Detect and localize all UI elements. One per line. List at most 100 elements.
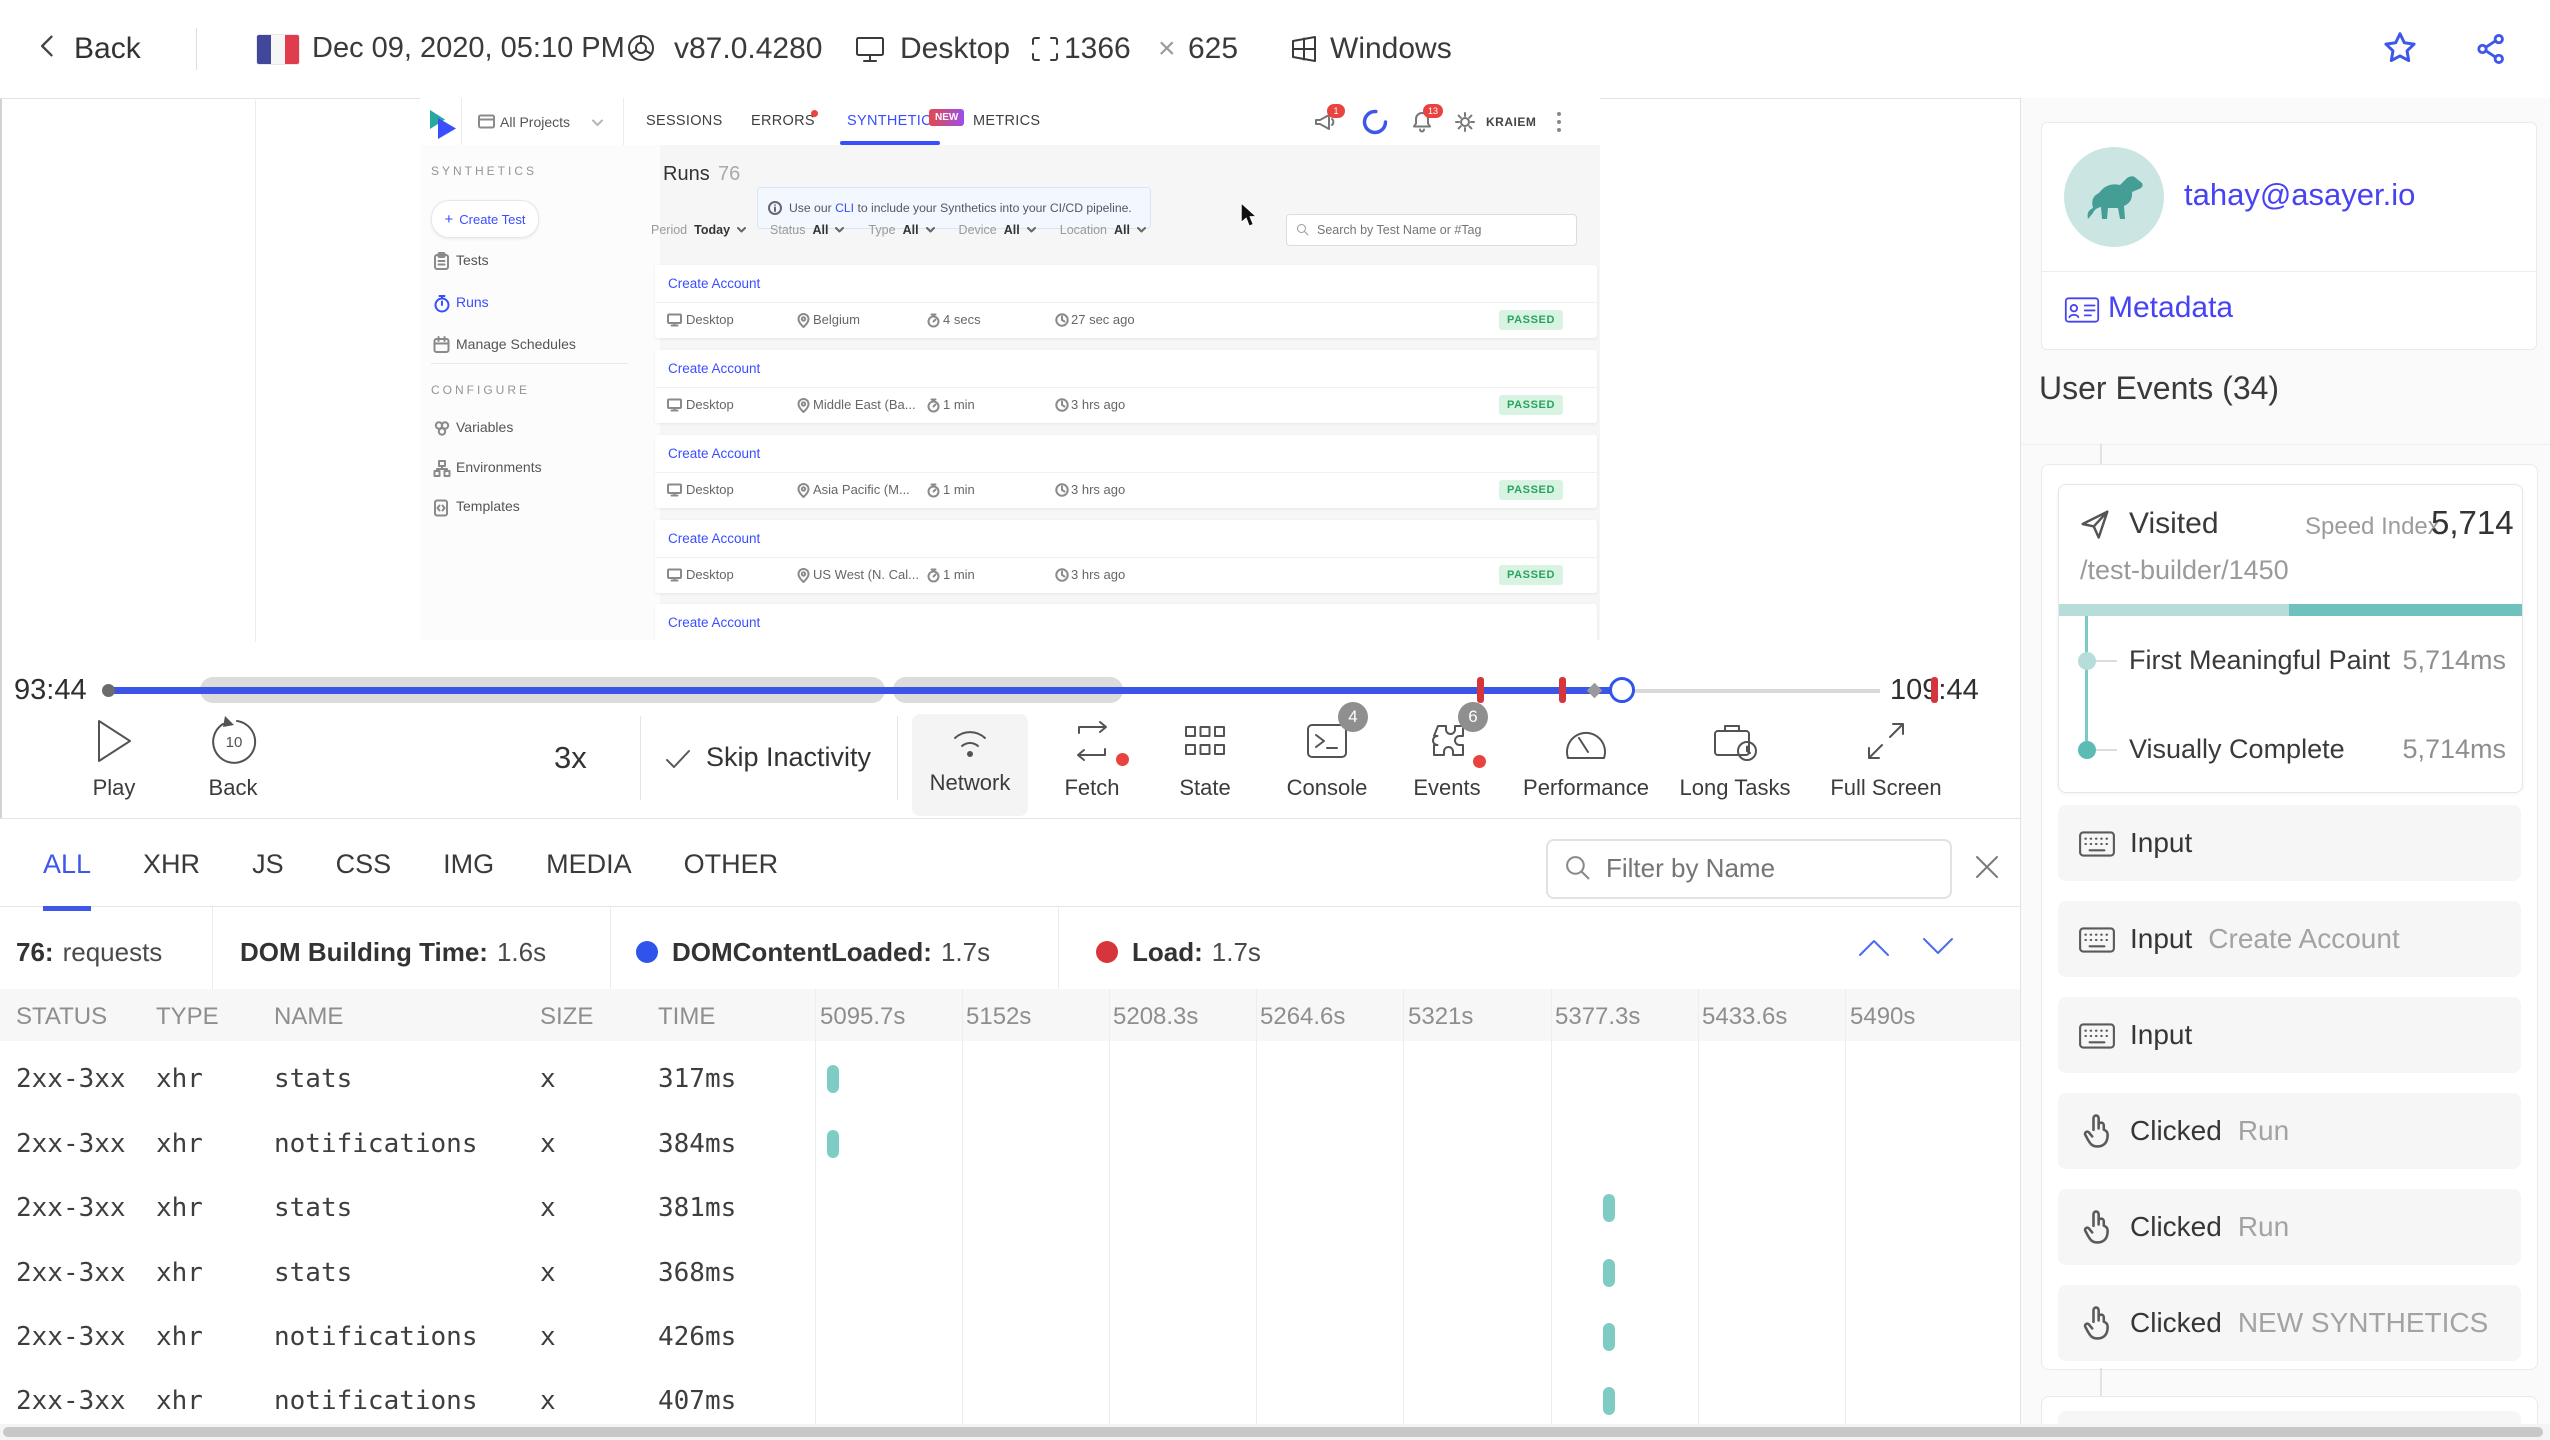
run-card[interactable]: Create Account Desktop Middle East (Ba..… <box>655 350 1597 423</box>
gridline <box>815 989 816 1425</box>
bell-icon[interactable]: 13 <box>1411 104 1443 134</box>
run-search-box[interactable] <box>1286 214 1577 246</box>
announcements-icon[interactable]: 1 <box>1313 104 1345 134</box>
run-card[interactable]: Create Account Desktop Asia Pacific (M..… <box>655 435 1597 508</box>
app-tab-synthetics[interactable]: SYNTHETICS <box>847 113 942 129</box>
divider <box>897 716 898 800</box>
full-screen-button[interactable]: Full Screen <box>1826 712 1946 801</box>
events-alert-dot <box>1473 755 1486 768</box>
filter-period[interactable]: Period Today <box>651 223 747 237</box>
tab-js[interactable]: JS <box>252 819 284 906</box>
network-button[interactable]: Network <box>912 714 1028 816</box>
filter-device[interactable]: Device All <box>959 223 1036 237</box>
user-menu[interactable]: KRAIEM <box>1486 115 1536 129</box>
sidebar-item-variables[interactable]: Variables <box>456 419 513 435</box>
fetch-button[interactable]: Fetch <box>1037 712 1147 801</box>
event-card-clicked[interactable]: Clicked Run <box>2058 1093 2521 1169</box>
tab-media[interactable]: MEDIA <box>546 819 632 906</box>
cell-time: 426ms <box>658 1322 737 1352</box>
filter-box[interactable] <box>1546 839 1952 899</box>
metadata-button[interactable]: Metadata <box>2108 291 2233 325</box>
skip-inactivity-check-icon[interactable] <box>664 747 692 771</box>
run-card[interactable]: Create Account <box>655 604 1597 640</box>
horizontal-scrollbar-thumb[interactable] <box>3 1427 2543 1437</box>
run-name-link[interactable]: Create Account <box>655 520 1597 558</box>
error-marker[interactable] <box>1477 677 1484 703</box>
sidebar-item-tests[interactable]: Tests <box>456 252 489 268</box>
event-card-clicked[interactable]: Clicked NEW SYNTHETICS <box>2058 1285 2521 1361</box>
chrome-browser-icon <box>626 33 656 63</box>
app-tab-sessions[interactable]: SESSIONS <box>646 113 723 129</box>
horizontal-scrollbar-track[interactable] <box>0 1424 2550 1440</box>
environments-icon <box>433 460 451 477</box>
speed-toggle[interactable]: 3x <box>554 740 587 776</box>
cell-name: notifications <box>274 1129 478 1159</box>
event-card-input[interactable]: Input Create Account <box>2058 901 2521 977</box>
sidebar-item-manage-schedules[interactable]: Manage Schedules <box>456 336 576 352</box>
sidebar-item-templates[interactable]: Templates <box>456 498 520 514</box>
event-marker[interactable] <box>1586 682 1603 699</box>
run-card[interactable]: Create Account Desktop US West (N. Cal..… <box>655 520 1597 593</box>
cell-name: notifications <box>274 1386 478 1416</box>
time-col-3: 5264.6s <box>1260 1003 1346 1030</box>
console-button[interactable]: 4 Console <box>1272 702 1382 801</box>
back-label[interactable]: Back <box>74 32 141 66</box>
back-button[interactable] <box>34 32 62 60</box>
timeline-start-time: 93:44 <box>14 674 87 706</box>
error-marker-end[interactable] <box>1931 677 1938 703</box>
tab-css[interactable]: CSS <box>336 819 392 906</box>
long-tasks-button[interactable]: Long Tasks <box>1673 712 1797 801</box>
run-name-link[interactable]: Create Account <box>655 265 1597 303</box>
requests-stat: 76: requests <box>16 937 162 968</box>
favorite-star-icon[interactable] <box>2382 30 2418 66</box>
event-card-clicked[interactable]: Clicked Run <box>2058 1189 2521 1265</box>
console-count-badge: 4 <box>1338 702 1368 732</box>
state-button[interactable]: State <box>1150 712 1260 801</box>
play-button[interactable]: Play <box>59 712 169 801</box>
run-status-badge: PASSED <box>1498 395 1563 415</box>
kebab-menu-icon[interactable] <box>1556 111 1562 133</box>
playhead[interactable] <box>1609 677 1635 703</box>
sidebar-item-environments[interactable]: Environments <box>456 459 542 475</box>
error-marker[interactable] <box>1559 677 1566 703</box>
banner-cli-link[interactable]: CLI <box>835 201 854 215</box>
tab-all[interactable]: ALL <box>43 819 92 911</box>
project-selector[interactable]: All Projects <box>500 114 570 130</box>
cell-name: stats <box>274 1258 353 1288</box>
gear-icon[interactable] <box>1454 111 1476 133</box>
errors-badge-dot <box>811 110 818 117</box>
app-tab-metrics[interactable]: METRICS <box>973 113 1040 129</box>
run-name-link[interactable]: Create Account <box>655 435 1597 473</box>
run-name-link[interactable]: Create Account <box>655 604 1597 640</box>
sidebar-item-runs[interactable]: Runs <box>456 294 489 310</box>
events-label: Events <box>1413 775 1481 800</box>
share-icon[interactable] <box>2474 32 2508 66</box>
tab-xhr[interactable]: XHR <box>143 819 200 906</box>
tab-img[interactable]: IMG <box>443 819 494 906</box>
tab-other[interactable]: OTHER <box>684 819 779 906</box>
time-col-5: 5377.3s <box>1555 1003 1641 1030</box>
app-tab-errors[interactable]: ERRORS <box>751 113 815 129</box>
event-card-input[interactable]: Input <box>2058 997 2521 1073</box>
performance-button[interactable]: Performance <box>1521 712 1651 801</box>
jump-down-icon[interactable] <box>1920 933 1956 961</box>
divider <box>2042 271 2536 272</box>
create-test-button[interactable]: + Create Test <box>431 200 539 238</box>
filter-location[interactable]: Location All <box>1060 223 1146 237</box>
close-panel-icon[interactable] <box>1972 852 2002 882</box>
filter-status[interactable]: Status All <box>770 223 845 237</box>
back-10s-button[interactable]: 10 Back <box>178 712 288 801</box>
run-card[interactable]: Create Account Desktop Belgium 4 secs 27… <box>655 265 1597 338</box>
skip-inactivity-label[interactable]: Skip Inactivity <box>706 742 871 773</box>
run-name-link[interactable]: Create Account <box>655 350 1597 388</box>
filter-by-name-input[interactable] <box>1604 843 1938 893</box>
event-card-input[interactable]: Input <box>2058 805 2521 881</box>
filter-type[interactable]: Type All <box>868 223 935 237</box>
user-email[interactable]: tahay@asayer.io <box>2184 177 2415 213</box>
run-search-input[interactable] <box>1315 215 1574 245</box>
events-button[interactable]: 6 Events <box>1392 702 1502 801</box>
jump-up-icon[interactable] <box>1856 933 1892 961</box>
fmp-dot <box>2078 652 2096 670</box>
user-avatar <box>2064 147 2164 247</box>
visited-event-card[interactable]: Visited Speed Index 5,714 /test-builder/… <box>2058 484 2523 793</box>
